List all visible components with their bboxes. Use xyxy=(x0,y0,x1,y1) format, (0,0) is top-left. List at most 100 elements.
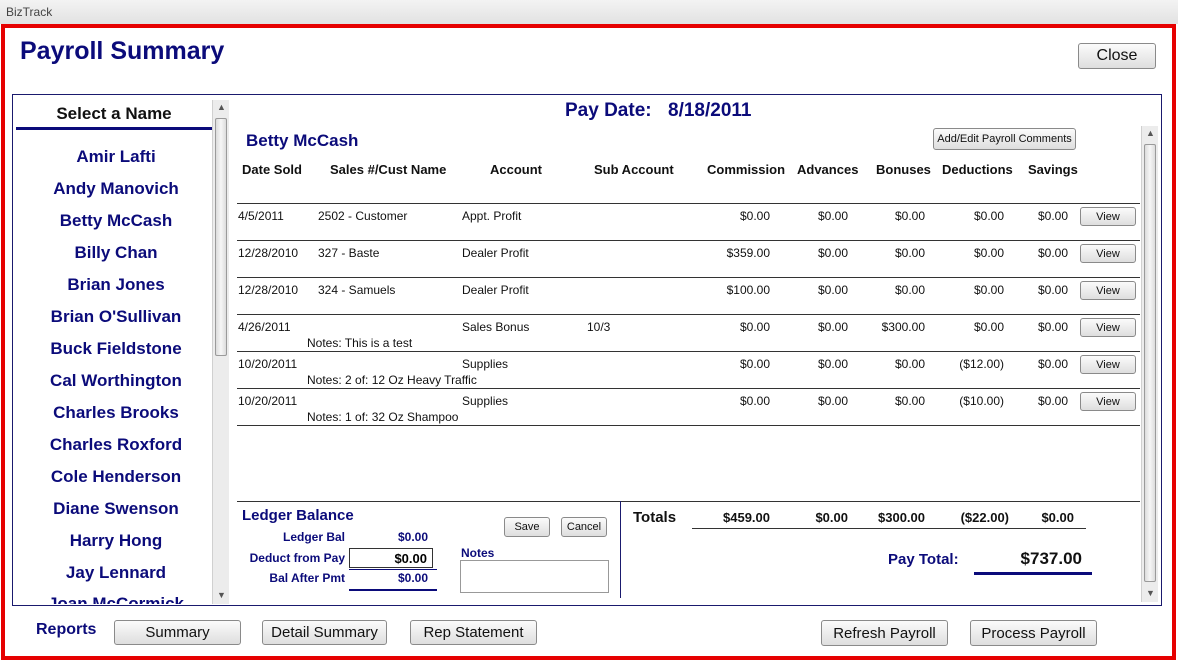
name-item-cole-henderson[interactable]: Cole Henderson xyxy=(20,467,212,489)
row-divider xyxy=(237,240,1140,241)
reports-label: Reports xyxy=(36,621,97,638)
name-item-charles-brooks[interactable]: Charles Brooks xyxy=(20,403,212,425)
name-item-billy-chan[interactable]: Billy Chan xyxy=(20,243,212,265)
cell-bonuses: $0.00 xyxy=(894,246,925,260)
add-edit-comments-button[interactable]: Add/Edit Payroll Comments xyxy=(933,128,1076,150)
cell-savings: $0.00 xyxy=(1037,209,1068,223)
detail-summary-button[interactable]: Detail Summary xyxy=(262,620,387,645)
ledger-rule xyxy=(349,589,437,591)
cell-commission: $0.00 xyxy=(739,394,770,408)
bal-after-pmt-label: Bal After Pmt xyxy=(269,571,345,585)
row-divider xyxy=(237,277,1140,278)
view-button[interactable]: View xyxy=(1080,318,1136,337)
name-item-harry-hong[interactable]: Harry Hong xyxy=(20,531,212,553)
name-item-joan-mccormick[interactable]: Joan McCormick xyxy=(20,594,212,604)
cell-deductions: $0.00 xyxy=(973,320,1004,334)
cell-advances: $0.00 xyxy=(817,246,848,260)
ledger-bal-value: $0.00 xyxy=(397,530,428,544)
row-note: Notes: This is a test xyxy=(307,336,413,350)
name-item-cal-worthington[interactable]: Cal Worthington xyxy=(20,371,212,393)
scroll-up-icon[interactable]: ▲ xyxy=(217,102,226,112)
cell-commission: $0.00 xyxy=(739,357,770,371)
rep-statement-button[interactable]: Rep Statement xyxy=(410,620,537,645)
cell-bonuses: $0.00 xyxy=(894,209,925,223)
name-list-header: Select a Name xyxy=(16,96,212,130)
column-bonuses: Bonuses xyxy=(876,162,931,177)
cell-date: 10/20/2011 xyxy=(238,394,298,408)
cell-bonuses: $0.00 xyxy=(894,394,925,408)
cell-commission: $0.00 xyxy=(739,209,770,223)
cell-sub-account: 10/3 xyxy=(587,320,611,334)
name-item-brian-osullivan[interactable]: Brian O'Sullivan xyxy=(20,307,212,329)
cell-date: 10/20/2011 xyxy=(238,357,298,371)
name-item-betty-mccash[interactable]: Betty McCash xyxy=(20,210,212,234)
cell-savings: $0.00 xyxy=(1037,283,1068,297)
ledger-rule xyxy=(349,569,437,570)
cell-sales: 324 - Samuels xyxy=(318,283,396,297)
name-item-charles-roxford[interactable]: Charles Roxford xyxy=(20,435,212,457)
scroll-up-icon[interactable]: ▲ xyxy=(1146,128,1155,138)
view-button[interactable]: View xyxy=(1080,207,1136,226)
total-deductions: ($22.00) xyxy=(960,510,1009,525)
view-button[interactable]: View xyxy=(1080,281,1136,300)
row-divider xyxy=(237,314,1140,315)
cell-bonuses: $300.00 xyxy=(881,320,925,334)
window-title: BizTrack xyxy=(6,5,53,19)
notes-textarea[interactable] xyxy=(460,560,609,593)
view-button[interactable]: View xyxy=(1080,244,1136,263)
deduct-from-pay-label: Deduct from Pay xyxy=(249,551,345,565)
name-item-jay-lennard[interactable]: Jay Lennard xyxy=(20,563,212,585)
name-item-diane-swenson[interactable]: Diane Swenson xyxy=(20,499,212,521)
pay-date-value: 8/18/2011 xyxy=(668,100,752,121)
pay-total-value: $737.00 xyxy=(1020,549,1082,568)
scroll-down-icon[interactable]: ▼ xyxy=(1146,588,1155,598)
total-commission: $459.00 xyxy=(723,510,770,525)
process-payroll-button[interactable]: Process Payroll xyxy=(970,620,1097,646)
totals-rule xyxy=(692,528,1086,529)
total-savings: $0.00 xyxy=(1041,510,1074,525)
section-divider xyxy=(237,501,1140,502)
cell-deductions: $0.00 xyxy=(973,283,1004,297)
name-item-brian-jones[interactable]: Brian Jones xyxy=(20,275,212,297)
summary-report-button[interactable]: Summary xyxy=(114,620,241,645)
view-button[interactable]: View xyxy=(1080,392,1136,411)
name-list-scrollbar[interactable]: ▲ ▼ xyxy=(212,100,229,604)
name-list-scroll-thumb[interactable] xyxy=(215,118,227,356)
window-titlebar: BizTrack xyxy=(0,0,1178,24)
row-note: Notes: 2 of: 12 Oz Heavy Traffic xyxy=(307,373,477,387)
detail-scroll-thumb[interactable] xyxy=(1144,144,1156,582)
column-sub-account: Sub Account xyxy=(594,162,674,177)
cell-deductions: $0.00 xyxy=(973,246,1004,260)
cell-commission: $0.00 xyxy=(739,320,770,334)
row-divider xyxy=(237,203,1140,204)
pay-total-rule xyxy=(974,572,1092,575)
cell-advances: $0.00 xyxy=(817,209,848,223)
close-button[interactable]: Close xyxy=(1078,43,1156,69)
column-advances: Advances xyxy=(797,162,859,177)
name-item-andy-manovich[interactable]: Andy Manovich xyxy=(20,179,212,201)
cell-savings: $0.00 xyxy=(1037,394,1068,408)
row-note: Notes: 1 of: 32 Oz Shampoo xyxy=(307,410,459,424)
pay-date-label: Pay Date: xyxy=(565,100,652,121)
column-savings: Savings xyxy=(1028,162,1078,177)
ledger-bal-label: Ledger Bal xyxy=(282,530,345,544)
deduct-from-pay-input[interactable]: $0.00 xyxy=(349,548,433,568)
cell-deductions: $0.00 xyxy=(973,209,1004,223)
view-button[interactable]: View xyxy=(1080,355,1136,374)
cell-account: Dealer Profit xyxy=(462,283,529,297)
cell-bonuses: $0.00 xyxy=(894,357,925,371)
scroll-down-icon[interactable]: ▼ xyxy=(217,590,226,600)
detail-scrollbar[interactable]: ▲ ▼ xyxy=(1141,126,1158,602)
cell-account: Supplies xyxy=(462,394,509,408)
name-item-buck-fieldstone[interactable]: Buck Fieldstone xyxy=(20,339,212,361)
cancel-button[interactable]: Cancel xyxy=(561,517,607,537)
cell-account: Dealer Profit xyxy=(462,246,529,260)
employee-name: Betty McCash xyxy=(246,131,359,150)
save-button[interactable]: Save xyxy=(504,517,550,537)
column-sales-cust: Sales #/Cust Name xyxy=(330,162,447,177)
cell-date: 12/28/2010 xyxy=(238,283,299,297)
name-item-amir-lafti[interactable]: Amir Lafti xyxy=(20,147,212,169)
refresh-payroll-button[interactable]: Refresh Payroll xyxy=(821,620,948,646)
row-divider xyxy=(237,351,1140,352)
cell-deductions: ($12.00) xyxy=(959,357,1004,371)
